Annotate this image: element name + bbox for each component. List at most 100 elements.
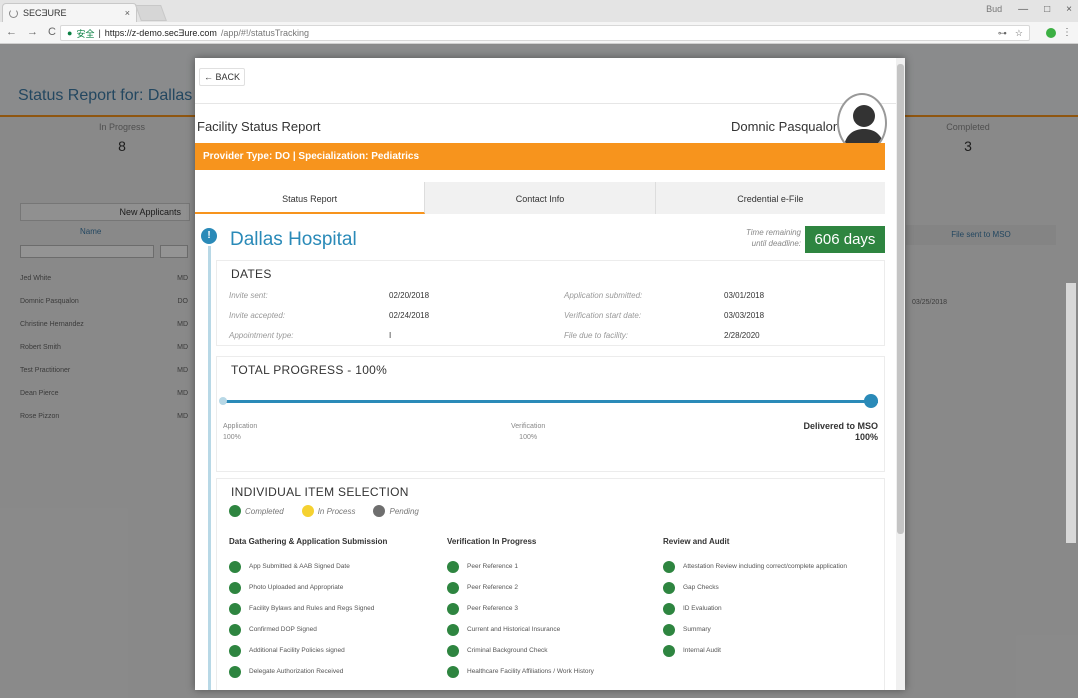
legend-in-process: In Process [317,506,356,516]
list-item[interactable]: Internal Audit [663,640,847,661]
completed-dot-icon [663,602,675,615]
url-field[interactable]: ● 安全 | https://z-demo.secƎure.com/app/#!… [60,25,1030,41]
extension-icon[interactable] [1046,28,1056,38]
header-divider [195,103,905,104]
progress-start-dot [219,397,227,405]
list-item[interactable]: App Submitted & AAB Signed Date [229,556,387,577]
list-item[interactable]: Additional Facility Policies signed [229,640,387,661]
column-review-audit: Review and Audit Attestation Review incl… [663,537,847,661]
completed-dot-icon [447,644,459,657]
url-domain: https://z-demo.secƎure.com [104,28,217,38]
progress-end-dot [864,394,878,408]
minimize-icon[interactable]: — [1018,4,1028,15]
bookmark-star-icon[interactable]: ☆ [1015,28,1023,39]
back-arrow-icon[interactable]: ← [6,26,17,38]
provider-info-bar: Provider Type: DO | Specialization: Pedi… [195,143,885,170]
list-item[interactable]: Attestation Review including correct/com… [663,556,847,577]
list-item[interactable]: Peer Reference 2 [447,577,594,598]
completed-dot-icon [447,665,459,678]
list-item[interactable]: Delegate Authorization Received [229,661,387,682]
report-tabs: Status Report Contact Info Credential e-… [195,182,885,214]
new-tab-button[interactable] [135,5,167,21]
report-title: Facility Status Report [197,119,321,134]
completed-dot-icon [229,644,241,657]
item-selection-card: INDIVIDUAL ITEM SELECTION Completed In P… [216,478,885,690]
provider-name: Domnic Pasqualoni [730,119,843,134]
in-process-dot-icon [301,505,314,517]
lock-icon: ● [67,28,73,38]
scrollbar-thumb[interactable] [897,64,904,534]
completed-dot-icon [447,602,459,615]
progress-fill [223,400,878,403]
total-progress-card: TOTAL PROGRESS - 100% Application 100% V… [216,356,885,472]
key-icon[interactable]: ⊶ [998,28,1007,39]
browser-tab[interactable]: SECƎURE × [2,3,137,22]
forward-arrow-icon[interactable]: → [27,26,38,38]
list-item[interactable]: Healthcare Facility Affiliations / Work … [447,661,594,682]
completed-dot-icon [663,644,675,657]
dates-title: DATES [231,267,272,281]
list-item[interactable]: Current and Historical Insurance [447,619,594,640]
progress-track [223,400,878,403]
nav-buttons: ← → C [6,26,56,38]
profile-user-label[interactable]: Bud [986,4,1002,15]
completed-dot-icon [229,623,241,636]
list-item[interactable]: Peer Reference 3 [447,598,594,619]
browser-tab-bar: SECƎURE × Bud — □ × [0,0,1078,22]
completed-dot-icon [663,581,675,594]
browser-menu-icon[interactable]: ⋮ [1062,27,1072,38]
completed-dot-icon [229,665,241,678]
date-row: Appointment type: I File due to facility… [229,330,760,340]
list-item[interactable]: Facility Bylaws and Rules and Regs Signe… [229,598,387,619]
facility-status-modal: ← BACK Facility Status Report Domnic Pas… [195,58,905,690]
list-item[interactable]: Photo Uploaded and Appropriate [229,577,387,598]
maximize-icon[interactable]: □ [1044,4,1050,15]
tab-status-report[interactable]: Status Report [195,182,426,214]
url-path: /app/#!/statusTracking [220,28,310,38]
back-button[interactable]: ← BACK [199,68,246,86]
completed-dot-icon [447,560,459,573]
dates-card: DATES Invite sent: 02/20/2018 Applicatio… [216,260,885,346]
tab-close-icon[interactable]: × [125,8,130,18]
modal-scrollbar[interactable] [896,58,905,690]
list-item[interactable]: ID Evaluation [663,598,847,619]
completed-dot-icon [229,505,241,517]
stage-verification: Verification 100% [511,423,546,441]
stage-delivered: Delivered to MSO 100% [803,421,878,442]
completed-dot-icon [447,581,459,594]
list-item[interactable]: Criminal Background Check [447,640,594,661]
list-item[interactable]: Confirmed DOP Signed [229,619,387,640]
secure-label: 安全 [76,28,95,39]
stage-application: Application 100% [223,423,258,441]
completed-dot-icon [663,560,675,573]
dates-grid: Invite sent: 02/20/2018 Application subm… [229,285,869,345]
reload-icon[interactable]: C [48,26,56,38]
date-row: Invite sent: 02/20/2018 Application subm… [229,290,765,300]
pending-dot-icon [373,505,386,517]
list-item[interactable]: Gap Checks [663,577,847,598]
tab-contact-info[interactable]: Contact Info [425,182,656,214]
column-data-gathering: Data Gathering & Application Submission … [229,537,387,682]
days-remaining-badge: 606 days [805,226,885,253]
items-title: INDIVIDUAL ITEM SELECTION [231,485,409,499]
progress-title: TOTAL PROGRESS - 100% [231,363,388,377]
time-remaining-label: Time remaining until deadline: [745,228,801,248]
hospital-marker-icon: ! [201,228,217,244]
loading-icon [9,8,18,18]
list-item[interactable]: Peer Reference 1 [447,556,594,577]
hospital-name: Dallas Hospital [230,229,357,250]
completed-dot-icon [229,602,241,615]
tab-credential-efile[interactable]: Credential e-File [656,182,885,214]
legend-completed: Completed [245,506,284,516]
window-close-icon[interactable]: × [1066,4,1072,15]
completed-dot-icon [229,560,241,573]
app-scrollbar[interactable] [1066,283,1076,543]
column-verification: Verification In Progress Peer Reference … [447,537,594,682]
timeline-line [208,246,211,690]
date-row: Invite accepted: 02/24/2018 Verification… [229,310,765,320]
completed-dot-icon [447,623,459,636]
list-item[interactable]: Summary [663,619,847,640]
completed-dot-icon [229,581,241,594]
address-bar-row: ← → C ● 安全 | https://z-demo.secƎure.com /… [0,22,1078,44]
legend-pending: Pending [389,506,419,516]
